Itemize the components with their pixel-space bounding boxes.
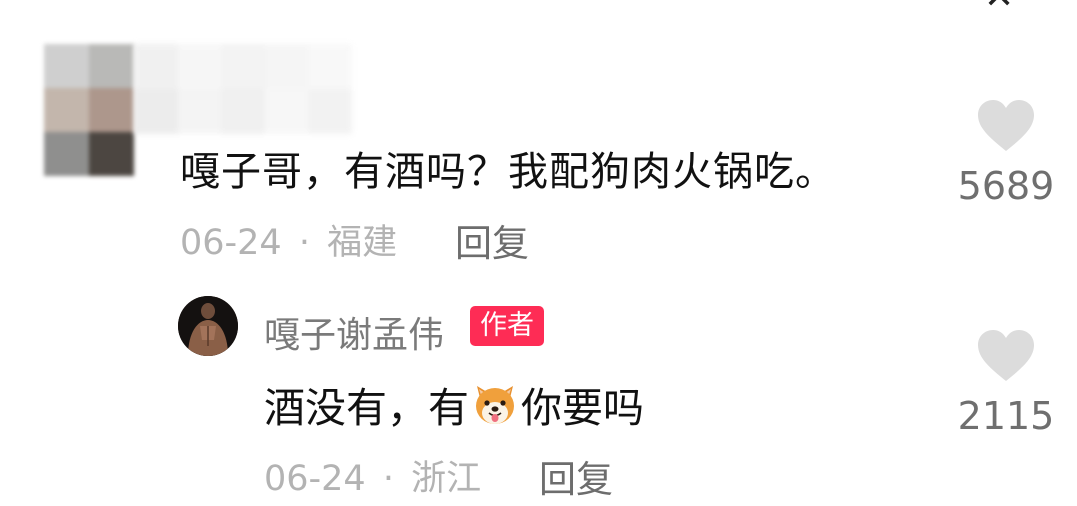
comment-like-count: 5689: [957, 164, 1055, 208]
reply-reply-button[interactable]: 回复: [539, 449, 613, 503]
close-icon[interactable]: ✕: [984, 0, 1014, 17]
mosaic-tile: [221, 89, 265, 134]
mosaic-tile: [264, 89, 309, 134]
author-avatar[interactable]: [178, 296, 238, 356]
author-avatar-image: [178, 296, 238, 356]
author-name[interactable]: 嘎子谢孟伟: [264, 306, 444, 358]
mosaic-tile: [44, 44, 89, 88]
mosaic-tile: [44, 132, 89, 176]
mosaic-tile: [177, 44, 222, 89]
mosaic-tile: [308, 44, 352, 89]
meta-separator: ·: [298, 223, 310, 263]
mosaic-tile: [221, 44, 265, 89]
mosaic-tile: [44, 88, 89, 132]
meta-separator: ·: [382, 459, 394, 499]
heart-icon[interactable]: [977, 100, 1035, 152]
mosaic-tile: [177, 89, 222, 134]
reply-text: 酒没有，有 你要吗: [264, 374, 644, 434]
dog-face-emoji: [476, 386, 514, 424]
comment-date: 06-24: [180, 223, 282, 263]
mosaic-tile: [308, 89, 352, 134]
comment-like-button[interactable]: 5689: [956, 100, 1056, 208]
mosaic-tile: [89, 132, 134, 176]
reply-like-button[interactable]: 2115: [956, 330, 1056, 438]
comment-meta: 06-24 · 福建: [180, 214, 397, 265]
heart-icon[interactable]: [977, 330, 1035, 382]
mosaic-tile: [134, 89, 178, 134]
comment-reply-button[interactable]: 回复: [455, 213, 529, 267]
reply-location: 浙江: [411, 459, 482, 499]
comment-text: 嘎子哥，有酒吗？我配狗肉火锅吃。: [180, 149, 836, 195]
reply-meta: 06-24 · 浙江: [264, 450, 481, 501]
reply-text-after: 你要吗: [521, 384, 644, 432]
reply-text-before: 酒没有，有: [264, 384, 469, 432]
reply-date: 06-24: [264, 459, 366, 499]
author-badge: 作者: [470, 306, 544, 346]
mosaic-tile: [264, 44, 309, 89]
mosaic-tile: [134, 44, 178, 89]
mosaic-tile: [89, 88, 134, 132]
comment-location: 福建: [327, 223, 398, 263]
reply-like-count: 2115: [957, 394, 1055, 438]
commenter-name-blurred: [134, 44, 352, 134]
commenter-avatar-blurred[interactable]: [44, 44, 134, 176]
mosaic-tile: [89, 44, 134, 88]
